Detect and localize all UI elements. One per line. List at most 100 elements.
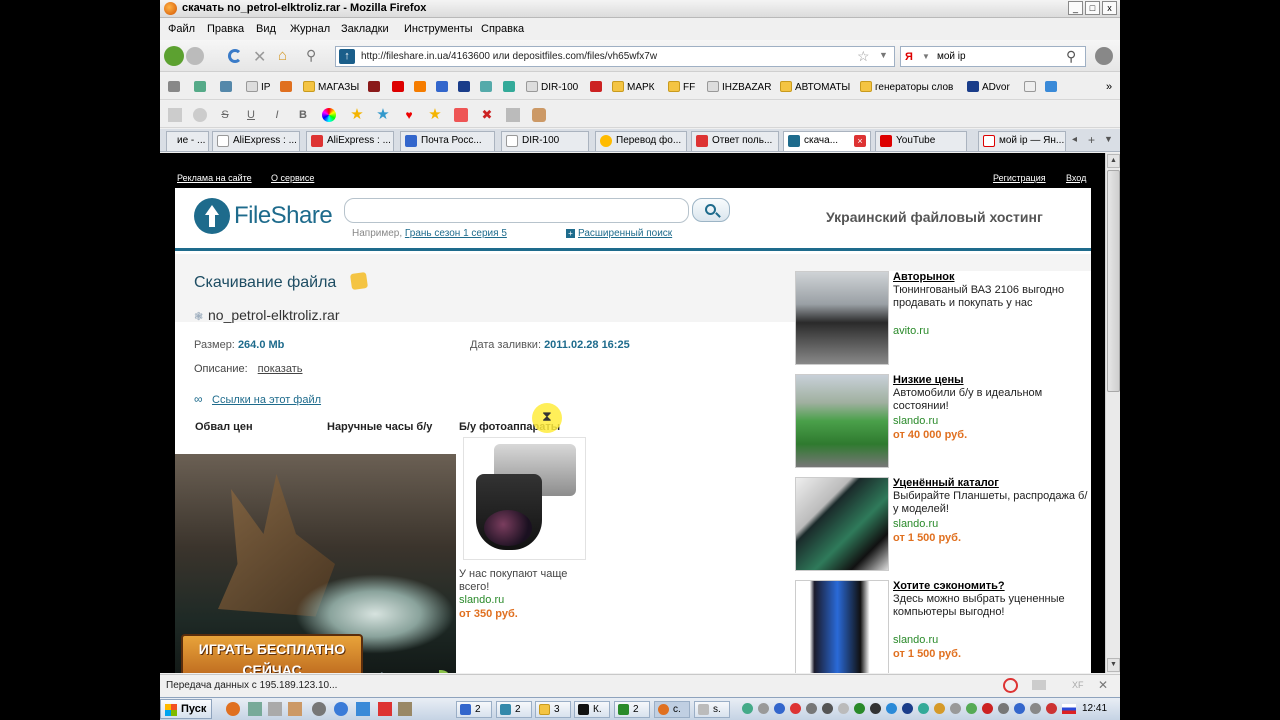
menu-file[interactable]: Файл xyxy=(168,23,195,35)
quicklaunch-icon-7[interactable] xyxy=(398,702,412,716)
tray-icon-11[interactable] xyxy=(902,703,913,714)
star-icon-1[interactable]: ★ xyxy=(350,107,364,122)
site-search-button[interactable] xyxy=(692,198,730,222)
status-icon-2[interactable]: XF xyxy=(1072,680,1084,690)
taskbar-skype[interactable]: s. xyxy=(694,701,730,718)
menu-view[interactable]: Вид xyxy=(256,23,276,35)
taskbar-group-1[interactable]: 2 xyxy=(456,701,492,718)
zoom-icon[interactable]: ⚲ xyxy=(306,47,316,64)
clock[interactable]: 12:41 xyxy=(1082,703,1107,714)
quicklaunch-icon-4[interactable] xyxy=(312,702,326,716)
tab-aliexpress-2[interactable]: AliExpress : ... xyxy=(306,131,394,151)
ad-car-tuning[interactable]: Авторынок Тюнингованый ВАЗ 2106 выгодно … xyxy=(795,271,1091,367)
taskbar-group-2[interactable]: 2 xyxy=(496,701,532,718)
blocked-icon[interactable] xyxy=(1003,678,1018,693)
fileshare-logo-icon[interactable] xyxy=(194,198,230,234)
status-icon-1[interactable] xyxy=(1032,680,1046,690)
tray-icon-5[interactable] xyxy=(806,703,817,714)
tray-icon-13[interactable] xyxy=(934,703,945,714)
about-link[interactable]: О сервисе xyxy=(271,173,314,183)
search-hint-example[interactable]: Грань сезон 1 серия 5 xyxy=(405,228,507,239)
underline-icon[interactable]: U xyxy=(244,108,258,122)
site-search-input[interactable] xyxy=(344,198,689,223)
computer-image[interactable] xyxy=(795,580,889,673)
bookmark-magazy[interactable]: МАГАЗЫ xyxy=(303,81,359,93)
taskbar-excel[interactable]: 2 xyxy=(614,701,650,718)
ad-title[interactable]: Хотите сэкономить? xyxy=(893,580,1005,592)
tab-1[interactable]: ие - ... xyxy=(166,131,209,151)
bookmark-dir100[interactable]: DIR-100 xyxy=(526,81,578,93)
search-icon[interactable]: ⚲ xyxy=(1066,48,1076,65)
bookmark-icon-3[interactable] xyxy=(220,81,235,93)
tab-perevod[interactable]: Перевод фо... xyxy=(595,131,687,151)
bookmark-icon-6[interactable] xyxy=(436,81,451,93)
menu-help[interactable]: Справка xyxy=(481,23,524,35)
bookmark-icon-5[interactable] xyxy=(368,81,383,93)
tray-icon-20[interactable] xyxy=(1046,703,1057,714)
maximize-button[interactable]: □ xyxy=(1085,1,1100,15)
tab-fileshare-active[interactable]: скача... × xyxy=(783,131,871,151)
volume-icon[interactable]: 🔈 xyxy=(377,669,393,673)
fileshare-logo[interactable]: FileShare xyxy=(234,202,333,230)
yandex-icon[interactable]: Я xyxy=(905,50,919,64)
scroll-up-icon[interactable]: ▲ xyxy=(1107,154,1120,168)
ad-save-money[interactable]: Хотите сэкономить? Здесь можно выбрать у… xyxy=(795,580,1091,673)
bookmarks-overflow-icon[interactable]: » xyxy=(1106,81,1112,93)
ad-site[interactable]: slando.ru xyxy=(893,415,938,427)
tray-icon-14[interactable] xyxy=(950,703,961,714)
toolbar-icon-3[interactable] xyxy=(454,108,468,122)
star-icon-3[interactable]: ★ xyxy=(428,107,442,122)
ad-site[interactable]: slando.ru xyxy=(893,518,938,530)
tools-icon[interactable]: ✖ xyxy=(480,108,494,122)
search-bar[interactable]: Я ▼ мой ip ⚲ xyxy=(900,46,1086,67)
tray-icon-6[interactable] xyxy=(822,703,833,714)
new-tab-icon[interactable]: + xyxy=(1088,133,1095,147)
bookmark-icon-8[interactable] xyxy=(590,81,605,93)
advanced-search-link[interactable]: + Расширенный поиск xyxy=(566,228,672,239)
bookmark-icon-7[interactable] xyxy=(480,81,495,93)
addon-icon[interactable] xyxy=(1095,47,1113,65)
strike-icon[interactable]: S xyxy=(218,108,232,122)
tab-gmail[interactable]: Ответ поль... xyxy=(691,131,779,151)
quicklaunch-icon-3[interactable] xyxy=(288,702,302,716)
stop-icon[interactable]: ✕ xyxy=(253,47,266,67)
tray-icon-3[interactable] xyxy=(774,703,785,714)
bookmark-avtomaty[interactable]: АВТОМАТЫ xyxy=(780,81,850,93)
language-flag-icon[interactable] xyxy=(1062,704,1076,714)
tray-icon-18[interactable] xyxy=(1014,703,1025,714)
ad-low-prices[interactable]: Низкие цены Автомобили б/у в идеальном с… xyxy=(795,374,1091,470)
taskbar-firefox[interactable]: с. xyxy=(654,701,690,718)
bookmark-icon-1[interactable] xyxy=(168,81,183,93)
taskbar-group-3[interactable]: 3 xyxy=(535,701,571,718)
bookmark-icon-2[interactable] xyxy=(194,81,209,93)
car-image[interactable] xyxy=(795,271,889,365)
tray-icon-8[interactable] xyxy=(854,703,865,714)
mail-icon[interactable] xyxy=(503,81,518,93)
ad-site[interactable]: avito.ru xyxy=(893,325,929,337)
tray-icon-16[interactable] xyxy=(982,703,993,714)
camera-ad-text[interactable]: У нас покупают чаще всего! xyxy=(459,568,589,594)
bookmark-generators[interactable]: генераторы слов xyxy=(860,81,953,93)
bookmark-advor[interactable]: ADvor xyxy=(967,81,1010,93)
scroll-thumb[interactable] xyxy=(1107,170,1120,392)
bookmark-mark[interactable]: МАРК xyxy=(612,81,655,93)
bookmark-ip[interactable]: IP xyxy=(246,81,270,93)
quicklaunch-icon-6[interactable] xyxy=(378,702,392,716)
engine-dropdown-icon[interactable]: ▼ xyxy=(922,52,930,61)
ad-title[interactable]: Уценённый каталог xyxy=(893,477,999,489)
tray-icon-2[interactable] xyxy=(758,703,769,714)
bookmark-icon-4[interactable] xyxy=(280,81,295,93)
tray-icon-9[interactable] xyxy=(870,703,881,714)
camera-ad-image[interactable] xyxy=(463,437,586,560)
url-dropdown-icon[interactable]: ▼ xyxy=(879,50,888,60)
game-video-ad[interactable]: ИГРАТЬ БЕСПЛАТНО СЕЙЧАС 🔈 xyxy=(175,454,456,673)
quicklaunch-icon-5[interactable] xyxy=(356,702,370,716)
forward-icon[interactable] xyxy=(186,47,204,65)
bold-icon[interactable]: B xyxy=(296,108,310,122)
tray-icon-12[interactable] xyxy=(918,703,929,714)
taskbar-cmd[interactable]: К. xyxy=(574,701,610,718)
start-button[interactable]: Пуск xyxy=(160,699,212,719)
minimize-button[interactable]: _ xyxy=(1068,1,1083,15)
youtube-icon[interactable] xyxy=(392,81,407,93)
tray-icon-10[interactable] xyxy=(886,703,897,714)
